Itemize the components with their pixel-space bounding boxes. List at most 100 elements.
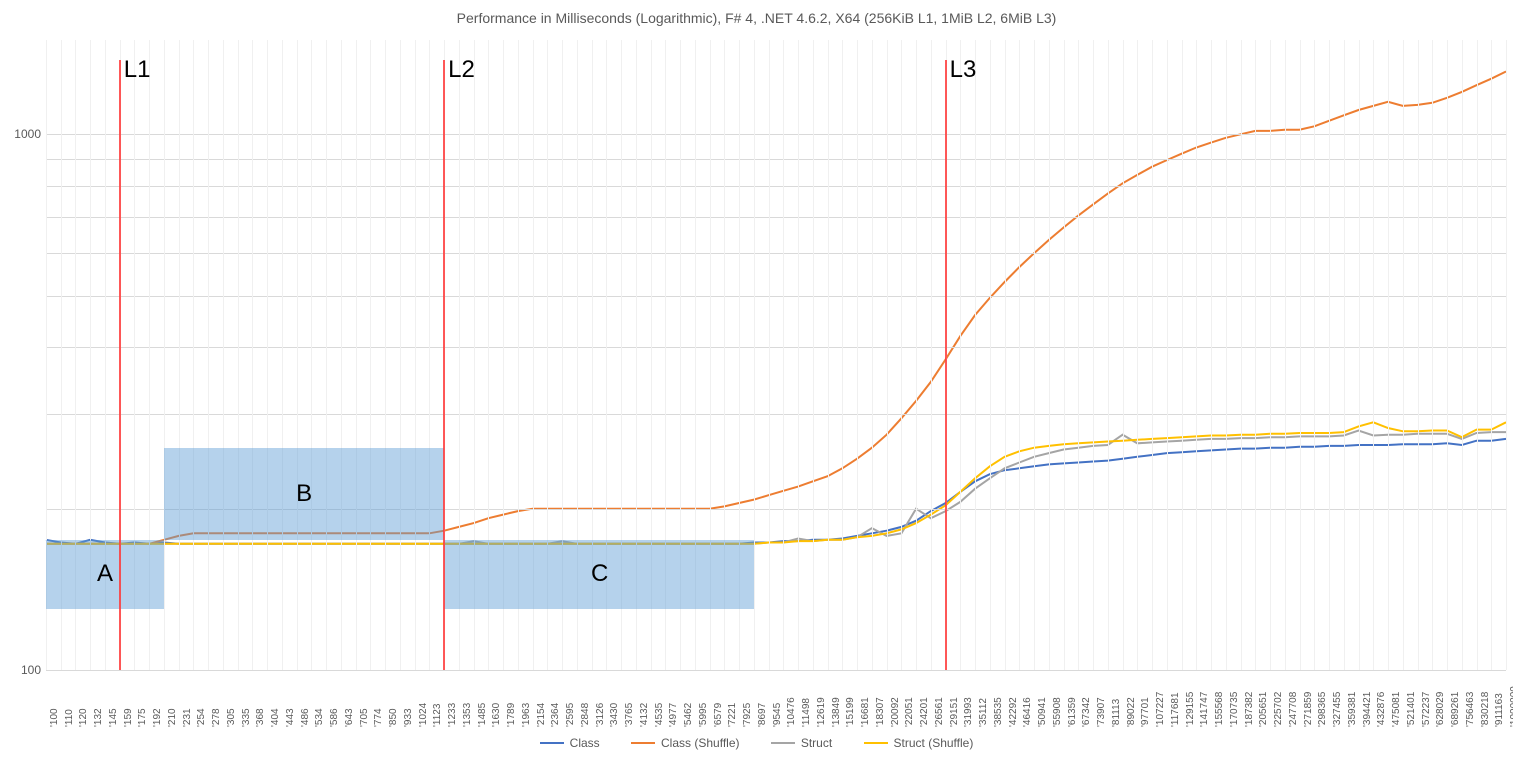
x-axis-label: '6579 [713, 703, 724, 727]
vgrid [887, 40, 888, 670]
x-axis-label: '120 [78, 708, 89, 727]
vgrid [769, 40, 770, 670]
x-axis-label: '586 [329, 708, 340, 727]
legend-item-struct: Struct [771, 736, 832, 750]
x-axis-label: '850 [388, 708, 399, 727]
vgrid [1462, 40, 1463, 670]
x-axis-label: '1353 [462, 703, 473, 727]
x-axis-label: '2595 [565, 703, 576, 727]
vgrid [1034, 40, 1035, 670]
chart-container: Performance in Milliseconds (Logarithmic… [0, 0, 1513, 757]
vgrid [400, 40, 401, 670]
vgrid [252, 40, 253, 670]
x-axis-label: '107227 [1155, 692, 1166, 727]
x-axis-label: '129155 [1185, 692, 1196, 727]
vgrid [1049, 40, 1050, 670]
x-axis-label: '42292 [1008, 697, 1019, 727]
x-axis-label: '534 [314, 708, 325, 727]
vgrid [1373, 40, 1374, 670]
x-axis-label: '231 [182, 708, 193, 727]
x-axis-label: '271859 [1303, 692, 1314, 727]
gridline [46, 217, 1506, 218]
x-axis-label: '187382 [1244, 692, 1255, 727]
cache-marker-label-L1: L1 [124, 56, 151, 84]
chart-title: Performance in Milliseconds (Logarithmic… [0, 10, 1513, 26]
x-axis-label: '16681 [860, 697, 871, 727]
vgrid [931, 40, 932, 670]
vgrid [193, 40, 194, 670]
x-axis-label: '368 [255, 708, 266, 727]
x-axis-label: '192 [152, 708, 163, 727]
vgrid [356, 40, 357, 670]
legend-item-class-shuffle: Class (Shuffle) [631, 736, 739, 750]
x-axis-label: '205651 [1258, 692, 1269, 727]
vgrid [1108, 40, 1109, 670]
vgrid [1167, 40, 1168, 670]
vgrid [1403, 40, 1404, 670]
vgrid [798, 40, 799, 670]
vgrid [1418, 40, 1419, 670]
x-axis-label: '4132 [639, 703, 650, 727]
vgrid [1137, 40, 1138, 670]
x-axis-label: '1024 [418, 703, 429, 727]
vgrid [857, 40, 858, 670]
vgrid [783, 40, 784, 670]
x-axis-label: '1789 [506, 703, 517, 727]
vgrid [990, 40, 991, 670]
vgrid [842, 40, 843, 670]
vgrid [415, 40, 416, 670]
x-axis-label: '175 [137, 708, 148, 727]
legend-label: Struct [801, 736, 832, 750]
vgrid [370, 40, 371, 670]
x-axis-label: '50941 [1037, 697, 1048, 727]
x-axis-label: '486 [300, 708, 311, 727]
vgrid [1093, 40, 1094, 670]
x-axis-label: '247708 [1288, 692, 1299, 727]
vgrid [1005, 40, 1006, 670]
vgrid [267, 40, 268, 670]
x-axis-label: '13849 [831, 697, 842, 727]
x-axis-label: '4535 [654, 703, 665, 727]
x-axis-label: '3430 [609, 703, 620, 727]
swatch-icon [771, 742, 795, 744]
x-axis-label: '572237 [1421, 692, 1432, 727]
x-axis-label: '4977 [668, 703, 679, 727]
y-axis-label: 100 [21, 663, 41, 677]
vgrid [311, 40, 312, 670]
x-axis-label: '2364 [550, 703, 561, 727]
vgrid [1226, 40, 1227, 670]
x-axis-label: '26561 [934, 697, 945, 727]
x-axis-label: '210 [167, 708, 178, 727]
vgrid [1285, 40, 1286, 670]
vgrid [916, 40, 917, 670]
vgrid [1359, 40, 1360, 670]
vgrid [208, 40, 209, 670]
x-axis-label: '359381 [1347, 692, 1358, 727]
gridline [46, 186, 1506, 187]
x-axis-label: '1630 [491, 703, 502, 727]
x-axis-label: '298365 [1317, 692, 1328, 727]
gridline [46, 670, 1506, 671]
vgrid [326, 40, 327, 670]
x-axis-label: '155568 [1214, 692, 1225, 727]
gridline [46, 414, 1506, 415]
vgrid [179, 40, 180, 670]
x-axis-label: '643 [344, 708, 355, 727]
x-axis-label: '89022 [1126, 697, 1137, 727]
y-axis-label: 1000 [14, 127, 41, 141]
x-axis-label: '61359 [1067, 697, 1078, 727]
vgrid [872, 40, 873, 670]
vgrid [1064, 40, 1065, 670]
cache-marker-label-L3: L3 [950, 56, 977, 84]
vgrid [1314, 40, 1315, 670]
vgrid [828, 40, 829, 670]
swatch-icon [631, 742, 655, 744]
x-axis-labels: '100'110'120'132'145'159'175'192'210'231… [46, 672, 1506, 732]
x-axis-label: '689261 [1450, 692, 1461, 727]
cache-marker-L3 [945, 60, 947, 670]
vgrid [1211, 40, 1212, 670]
x-axis-label: '5995 [698, 703, 709, 727]
x-axis-label: '628029 [1435, 692, 1446, 727]
vgrid [1329, 40, 1330, 670]
x-axis-label: '2154 [536, 703, 547, 727]
